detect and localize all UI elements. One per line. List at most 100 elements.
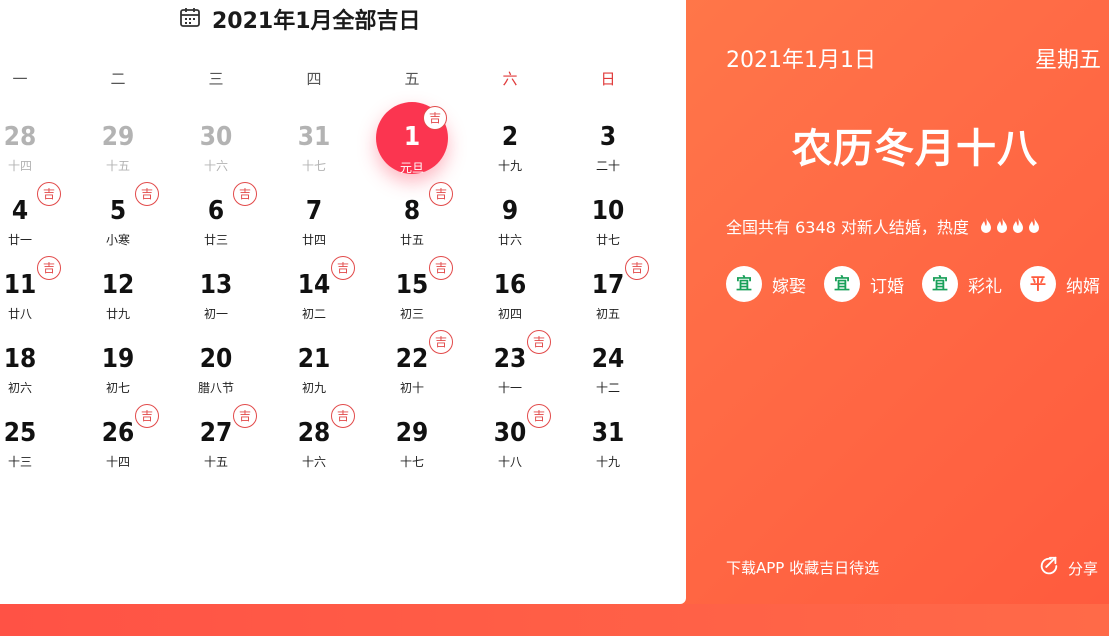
day-cell[interactable]: 22 初十吉 [372, 330, 453, 412]
calendar-header: 2021年1月全部吉日 [178, 4, 421, 34]
day-cell[interactable]: 6 廿三吉 [176, 182, 257, 264]
day-cell[interactable]: 31 十七 [274, 122, 354, 190]
day-number: 31 [591, 418, 625, 448]
day-cell[interactable]: 13 初一 [176, 270, 256, 338]
day-number: 7 [305, 196, 323, 226]
day-lunar-label: 十九 [497, 159, 522, 173]
day-cell[interactable]: 16 初四 [470, 270, 550, 338]
heat-flames [979, 217, 1041, 235]
day-cell[interactable]: 18 初六 [0, 344, 60, 412]
day-lunar-label: 廿七 [595, 233, 620, 247]
day-cell[interactable]: 17 初五吉 [568, 256, 649, 338]
day-cell[interactable]: 12 廿九 [78, 270, 158, 338]
day-cell[interactable]: 23 十一吉 [470, 330, 551, 412]
day-lunar-label: 十二 [595, 381, 620, 395]
day-cell[interactable]: 28 十六吉 [274, 404, 355, 486]
download-app-link[interactable]: 下载APP 收藏吉日待选 [726, 557, 879, 578]
day-number: 25 [3, 418, 37, 448]
auspicious-badge: 吉 [233, 404, 257, 428]
selected-date: 2021年1月1日 [726, 48, 876, 73]
day-cell[interactable]: 31 十九 [568, 418, 648, 486]
day-cell[interactable]: 7 廿四 [274, 196, 354, 264]
day-cell[interactable]: 15 初三吉 [372, 256, 453, 338]
day-cell[interactable]: 24 十二 [568, 344, 648, 412]
day-number: 18 [3, 344, 37, 374]
yiji-label: 订婚 [870, 276, 904, 297]
day-lunar-label: 初六 [7, 381, 32, 395]
day-lunar-label: 十六 [301, 455, 326, 469]
day-lunar-label: 十一 [497, 381, 522, 395]
day-number: 29 [101, 122, 135, 152]
day-cell[interactable]: 30 十六 [176, 122, 256, 190]
day-lunar-label: 初二 [301, 307, 326, 321]
day-lunar-label: 元旦 [399, 161, 424, 175]
share-button[interactable]: 分享 [1038, 555, 1098, 581]
auspicious-badge: 吉 [135, 182, 159, 206]
day-cell[interactable]: 2 十九 [470, 122, 550, 190]
day-cell[interactable]: 9 廿六 [470, 196, 550, 264]
auspicious-badge: 吉 [331, 256, 355, 280]
day-cell[interactable]: 27 十五吉 [176, 404, 257, 486]
yiji-list: 宜嫁娶宜订婚宜彩礼平纳婿 [726, 266, 1100, 302]
day-cell[interactable]: 29 十七 [372, 418, 452, 486]
day-cell[interactable]: 3 二十 [568, 122, 648, 190]
weekday-label: 二 [110, 70, 126, 88]
weekday-label: 一 [12, 70, 28, 88]
day-lunar-label: 十四 [105, 455, 130, 469]
day-lunar-label: 十四 [7, 159, 32, 173]
day-lunar-label: 初七 [105, 381, 130, 395]
day-cell[interactable]: 21 初九 [274, 344, 354, 412]
auspicious-badge: 吉 [135, 404, 159, 428]
day-lunar-label: 十五 [203, 455, 228, 469]
day-lunar-label: 廿一 [7, 233, 32, 247]
day-number: 29 [395, 418, 429, 448]
day-number: 16 [493, 270, 527, 300]
day-cell[interactable]: 4 廿一吉 [0, 182, 61, 264]
day-number: 31 [297, 122, 331, 152]
day-cell[interactable]: 14 初二吉 [274, 256, 355, 338]
day-cell[interactable]: 19 初七 [78, 344, 158, 412]
weekday-label: 三 [208, 70, 224, 88]
day-cell[interactable]: 5 小寒吉 [78, 182, 159, 264]
yiji-label: 嫁娶 [772, 276, 806, 297]
day-lunar-label: 二十 [595, 159, 620, 173]
day-number: 20 [199, 344, 233, 374]
selected-weekday: 星期五 [1034, 48, 1101, 73]
day-lunar-label: 十三 [7, 455, 32, 469]
day-cell[interactable]: 28 十四 [0, 122, 60, 190]
flame-icon [1012, 218, 1023, 233]
share-icon [1038, 555, 1060, 581]
flame-icon [996, 218, 1007, 233]
day-lunar-label: 初四 [497, 307, 522, 321]
day-lunar-label: 廿八 [7, 307, 32, 321]
day-cell[interactable]: 25 十三 [0, 418, 60, 486]
day-number: 12 [101, 270, 135, 300]
day-cell[interactable]: 29 十五 [78, 122, 158, 190]
day-cell[interactable]: 10 廿七 [568, 196, 648, 264]
auspicious-badge: 吉 [527, 330, 551, 354]
day-lunar-label: 初九 [301, 381, 326, 395]
day-cell[interactable]: 30 十八吉 [470, 404, 551, 486]
day-cell[interactable]: 8 廿五吉 [372, 182, 453, 264]
flame-icon [980, 218, 991, 233]
day-cell-selected[interactable]: 1 元旦吉 [372, 102, 452, 190]
yiji-item: 平纳婿 [1020, 266, 1100, 302]
day-number: 3 [599, 122, 617, 152]
couples-text: 全国共有 6348 对新人结婚，热度 [726, 218, 969, 237]
weekday-label: 日 [600, 70, 616, 88]
yiji-tag: 宜 [824, 266, 860, 302]
day-lunar-label: 廿三 [203, 233, 228, 247]
yiji-item: 宜嫁娶 [726, 266, 806, 302]
day-cell[interactable]: 20 腊八节 [176, 344, 256, 412]
day-number: 19 [101, 344, 135, 374]
yiji-label: 彩礼 [968, 276, 1002, 297]
yiji-item: 宜彩礼 [922, 266, 1002, 302]
day-lunar-label: 腊八节 [197, 381, 234, 395]
yiji-item: 宜订婚 [824, 266, 904, 302]
calendar-title: 2021年1月全部吉日 [212, 9, 421, 34]
day-cell[interactable]: 11 廿八吉 [0, 256, 61, 338]
day-lunar-label: 初一 [203, 307, 228, 321]
day-lunar-label: 十六 [203, 159, 228, 173]
weekday-label: 六 [502, 70, 518, 88]
day-cell[interactable]: 26 十四吉 [78, 404, 159, 486]
